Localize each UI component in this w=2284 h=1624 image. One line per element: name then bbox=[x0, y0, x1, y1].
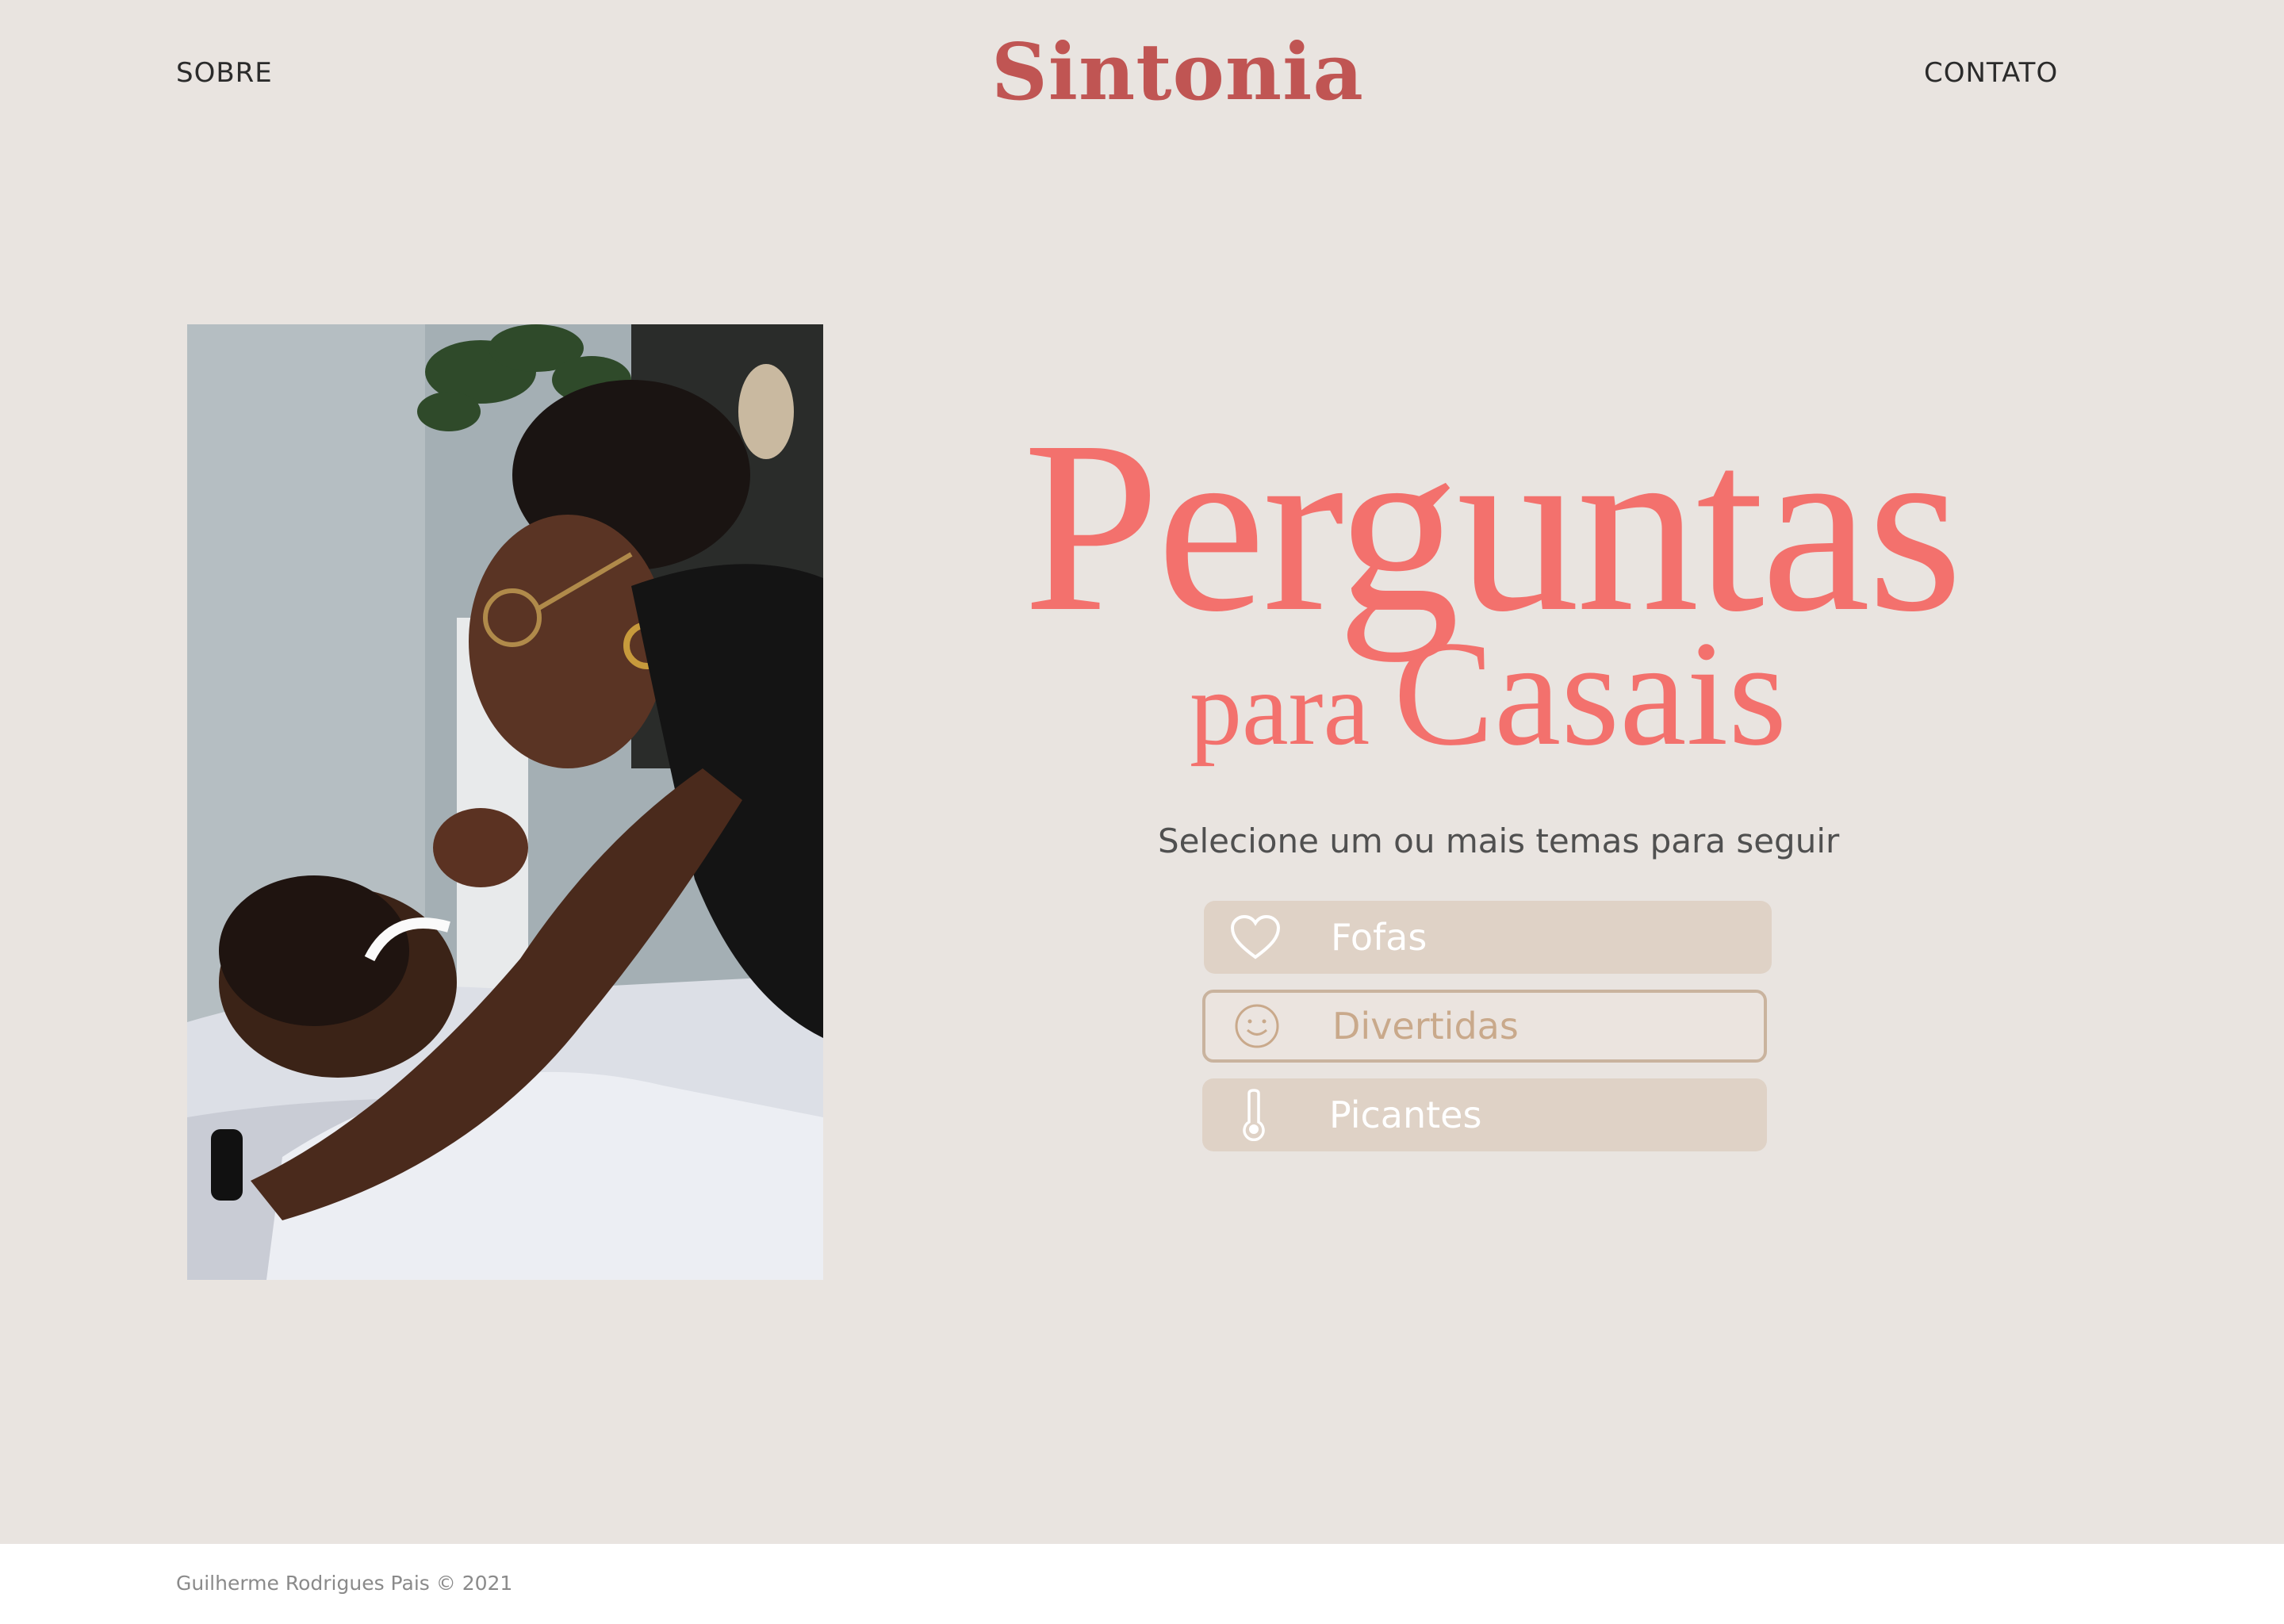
heart-icon bbox=[1228, 910, 1283, 965]
hero-photo bbox=[187, 324, 823, 1280]
nav-contato-link[interactable]: CONTATO bbox=[1924, 57, 2058, 89]
hero-headline: Perguntas para Casais bbox=[1023, 404, 1963, 770]
option-picantes-button[interactable]: Picantes bbox=[1202, 1078, 1767, 1151]
headline-casais: Casais bbox=[1393, 611, 1788, 777]
main-section: SOBRE Sintonia CONTATO Perguntas para Ca… bbox=[0, 0, 2284, 1544]
nav-sobre-link[interactable]: SOBRE bbox=[176, 57, 273, 89]
thermometer-icon bbox=[1226, 1087, 1282, 1143]
headline-para: para bbox=[1190, 650, 1370, 767]
option-divertidas-label: Divertidas bbox=[1332, 1005, 1519, 1048]
option-divertidas-button[interactable]: Divertidas bbox=[1202, 990, 1767, 1063]
smiley-icon bbox=[1229, 998, 1285, 1054]
option-fofas-button[interactable]: Fofas bbox=[1204, 901, 1772, 974]
option-fofas-label: Fofas bbox=[1331, 916, 1428, 959]
option-picantes-label: Picantes bbox=[1329, 1094, 1482, 1136]
footer-copyright: Guilherme Rodrigues Pais © 2021 bbox=[176, 1572, 513, 1595]
hero-subtitle: Selecione um ou mais temas para seguir bbox=[1158, 822, 1840, 860]
site-logo[interactable]: Sintonia bbox=[991, 27, 1364, 118]
